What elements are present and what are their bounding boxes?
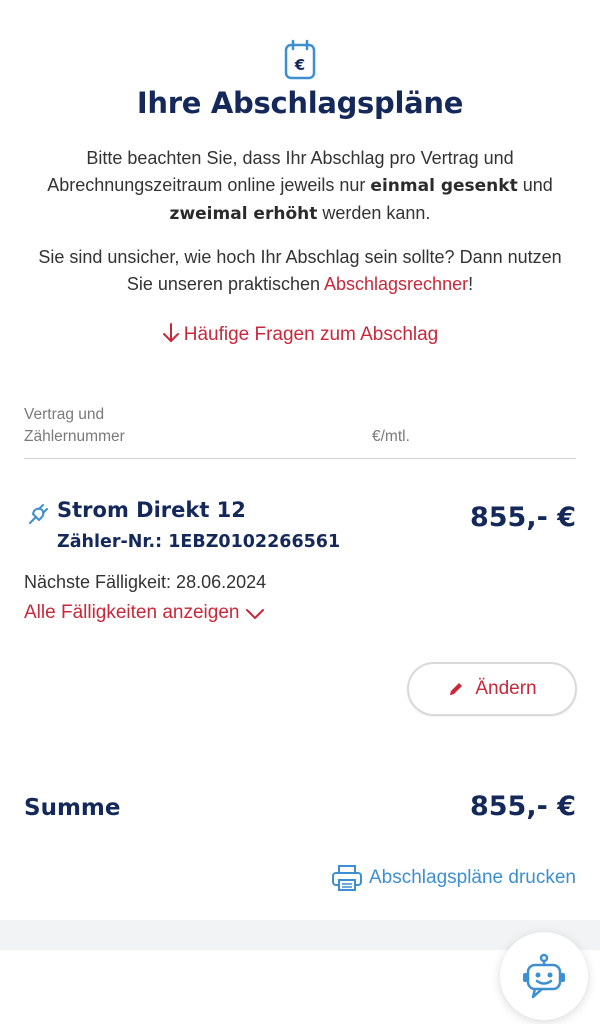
calculator-link[interactable]: Abschlagsrechner [324,274,468,294]
print-plans-link[interactable]: Abschlagspläne drucken [331,864,576,892]
chatbot-button[interactable] [500,932,588,1020]
electric-plug-icon [29,504,48,524]
page-title: Ihre Abschlagspläne [136,86,464,120]
arrow-down-icon [162,323,179,342]
meter-number: Zähler-Nr.: 1EBZ0102266561 [57,532,341,552]
column-header-contract: Vertrag und Zählernummer [24,406,125,445]
chevron-down-icon [246,609,265,619]
euro-calendar-icon: € [284,39,316,80]
summary-amount: 855,- € [469,791,576,822]
faq-link[interactable]: Häufige Fragen zum Abschlag [0,322,600,346]
column-header-amount: €/mtl. [372,428,410,445]
svg-text:€: € [294,56,305,74]
calculator-hint: Sie sind unsicher, wie hoch Ihr Abschlag… [38,247,562,294]
show-all-due-dates-toggle[interactable]: Alle Fälligkeiten anzeigen [24,602,265,624]
contract-amount: 855,- € [469,502,576,533]
footer-band [0,920,600,950]
divider [24,458,576,459]
next-due-date: Nächste Fälligkeit: 28.06.2024 [24,572,267,592]
printer-icon [331,865,362,891]
summary-label: Summe [24,795,121,821]
chatbot-robot-icon [523,953,565,999]
contract-name: Strom Direkt 12 [57,498,246,522]
edit-button[interactable]: Ändern [407,662,577,716]
pencil-icon [450,683,463,695]
intro-text: Bitte beachten Sie, dass Ihr Abschlag pr… [47,148,553,224]
